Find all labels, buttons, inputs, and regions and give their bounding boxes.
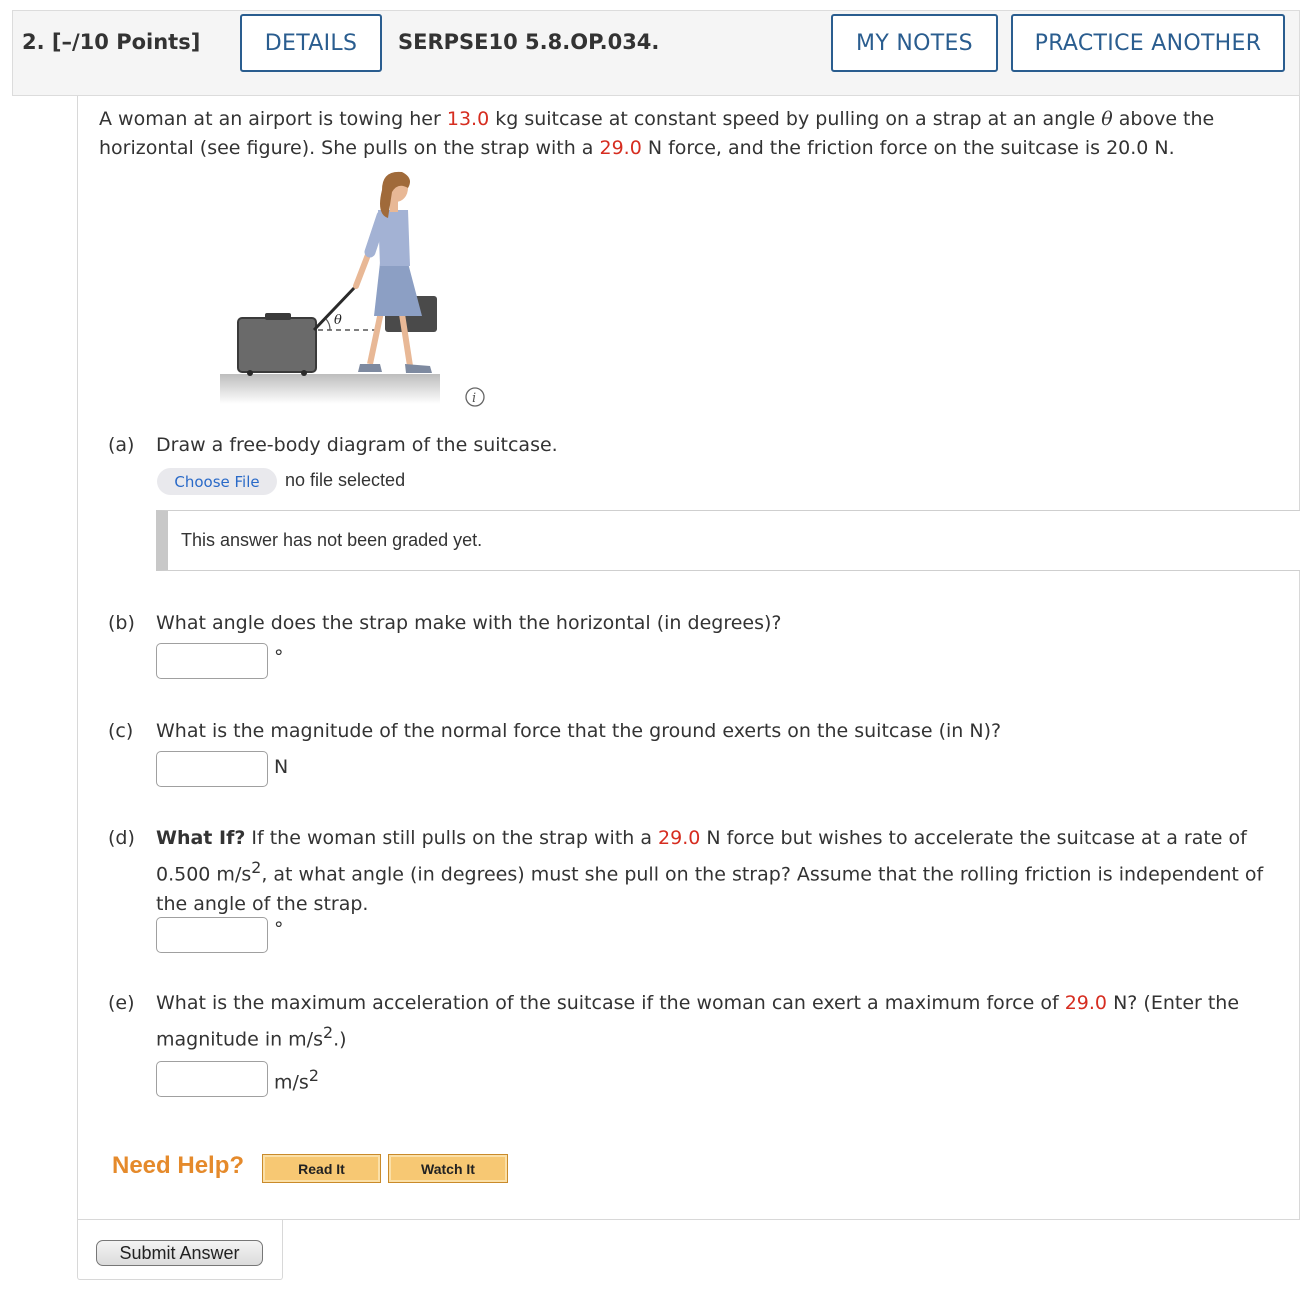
figure-woman-suitcase: θ i: [210, 168, 500, 413]
part-d-question: What If? If the woman still pulls on the…: [156, 827, 1264, 916]
part-b-letter: (b): [108, 612, 135, 634]
part-d-answer-input[interactable]: [156, 917, 268, 953]
practice-another-button[interactable]: PRACTICE ANOTHER: [1011, 14, 1285, 72]
skirt: [374, 263, 422, 316]
theta-symbol: θ: [1101, 108, 1113, 130]
part-b-answer-input[interactable]: [156, 643, 268, 679]
submit-answer-button[interactable]: Submit Answer: [96, 1240, 263, 1266]
part-e-letter: (e): [108, 992, 135, 1014]
what-if-label: What If?: [156, 827, 246, 849]
choose-file-button[interactable]: Choose File: [157, 468, 277, 495]
file-status: no file selected: [285, 470, 406, 490]
read-it-button[interactable]: Read It: [262, 1154, 381, 1183]
part-c-letter: (c): [108, 720, 134, 742]
question-intro: A woman at an airport is towing her 13.0…: [99, 108, 1215, 159]
floor: [220, 374, 440, 404]
graded-notice-text: This answer has not been graded yet.: [181, 530, 483, 550]
part-e-answer-input[interactable]: [156, 1061, 268, 1097]
part-e-force-value: 29.0: [1064, 992, 1108, 1014]
part-a-letter: (a): [108, 434, 135, 456]
part-d-letter: (d): [108, 827, 135, 849]
suitcase: [237, 317, 317, 373]
part-e-question: What is the maximum acceleration of the …: [156, 992, 1240, 1051]
part-c-unit: N: [274, 756, 289, 778]
mass-value: 13.0: [446, 108, 490, 130]
part-d-force-value: 29.0: [658, 827, 701, 849]
watch-it-button[interactable]: Watch It: [388, 1154, 508, 1183]
part-b-question: What angle does the strap make with the …: [156, 612, 782, 634]
part-a-question: Draw a free-body diagram of the suitcase…: [156, 434, 558, 456]
force-value: 29.0: [599, 137, 642, 159]
need-help-label: Need Help?: [112, 1152, 245, 1179]
part-c-question: What is the magnitude of the normal forc…: [156, 720, 1002, 742]
part-c-answer-input[interactable]: [156, 751, 268, 787]
details-button[interactable]: DETAILS: [240, 14, 382, 72]
angle-label: θ: [334, 313, 342, 328]
my-notes-button[interactable]: MY NOTES: [831, 14, 998, 72]
question-points: 2. [–/10 Points]: [22, 30, 201, 54]
part-d-unit: °: [274, 918, 284, 940]
part-e-unit: m/s2: [274, 1066, 319, 1094]
part-b-unit: °: [274, 646, 284, 668]
svg-text:i: i: [472, 391, 476, 406]
figure-illustration: θ i: [220, 171, 485, 407]
question-id: SERPSE10 5.8.OP.034.: [398, 30, 660, 54]
